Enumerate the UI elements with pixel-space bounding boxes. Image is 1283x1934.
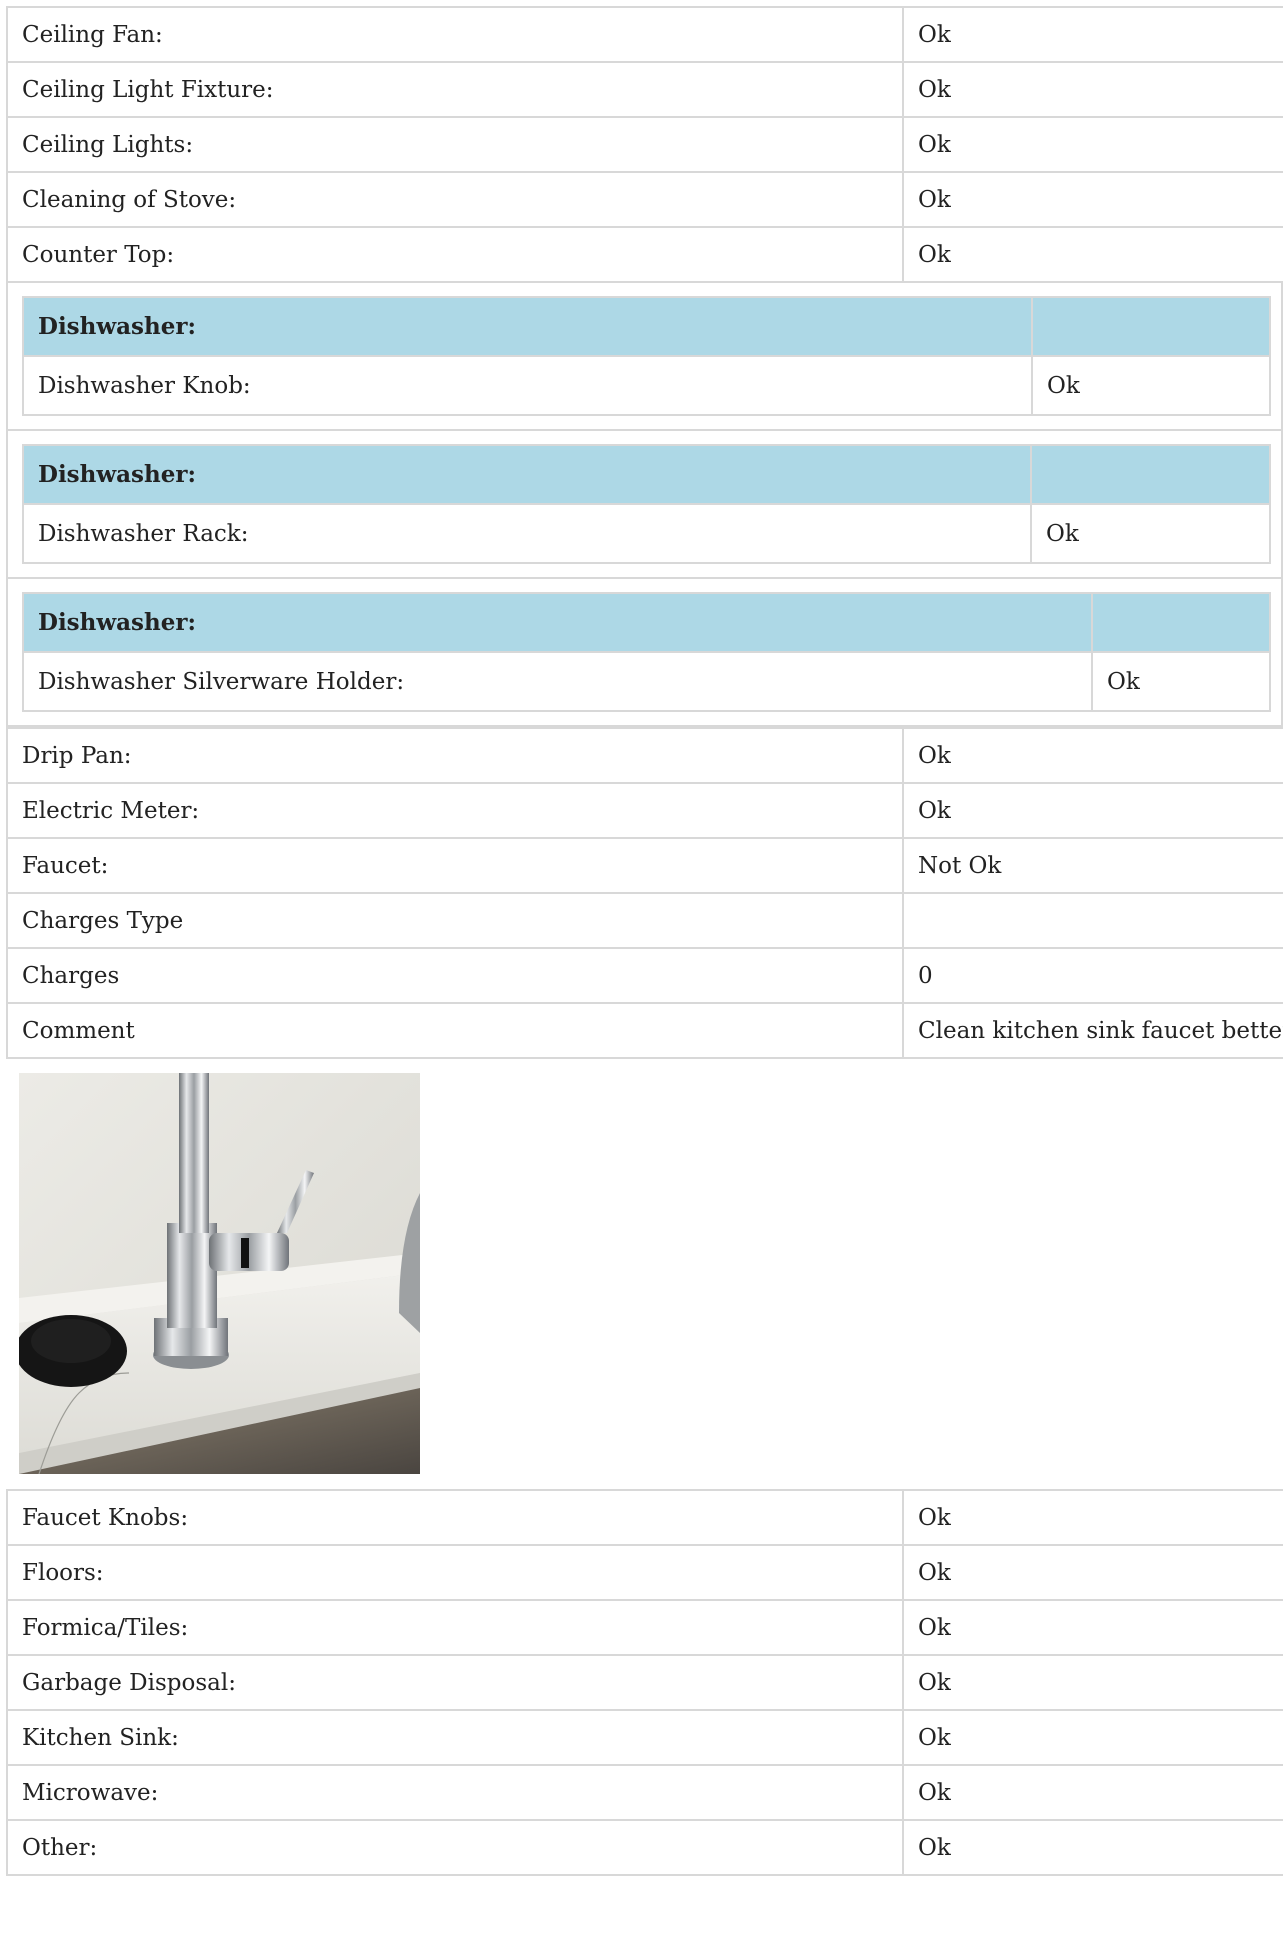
dishwasher-subtable: Dishwasher: Dishwasher Knob: Ok: [22, 296, 1271, 416]
item-status: Ok: [902, 1764, 1283, 1821]
dishwasher-group: Dishwasher: Dishwasher Rack: Ok: [6, 431, 1283, 579]
item-label: Drip Pan:: [6, 727, 904, 784]
item-label: Cleaning of Stove:: [6, 171, 904, 228]
table-row: Cleaning of Stove: Ok: [6, 171, 1283, 228]
table-row: Comment Clean kitchen sink faucet better: [6, 1002, 1283, 1059]
item-status: Ok: [1030, 503, 1271, 564]
group-heading-row: Dishwasher:: [22, 592, 1271, 653]
item-status: Ok: [1091, 651, 1271, 712]
item-label: Dishwasher Knob:: [22, 355, 1033, 416]
inspection-report: Ceiling Fan: Ok Ceiling Light Fixture: O…: [6, 6, 1283, 1876]
faucet-photo-image: [19, 1073, 420, 1474]
item-status: Ok: [902, 171, 1283, 228]
table-row: Microwave: Ok: [6, 1764, 1283, 1821]
table-row: Dishwasher Rack: Ok: [22, 503, 1271, 564]
table-row: Faucet: Not Ok: [6, 837, 1283, 894]
dishwasher-subtable: Dishwasher: Dishwasher Silverware Holder…: [22, 592, 1271, 712]
item-status: Ok: [902, 1654, 1283, 1711]
table-row: Counter Top: Ok: [6, 226, 1283, 283]
table-row: Formica/Tiles: Ok: [6, 1599, 1283, 1656]
item-label: Ceiling Lights:: [6, 116, 904, 173]
table-row: Electric Meter: Ok: [6, 782, 1283, 839]
item-status: Ok: [902, 61, 1283, 118]
group-heading-row: Dishwasher:: [22, 444, 1271, 505]
dishwasher-subtable: Dishwasher: Dishwasher Rack: Ok: [22, 444, 1271, 564]
table-row: Dishwasher Silverware Holder: Ok: [22, 651, 1271, 712]
item-label: Formica/Tiles:: [6, 1599, 904, 1656]
dishwasher-group: Dishwasher: Dishwasher Knob: Ok: [6, 283, 1283, 431]
table-row: Faucet Knobs: Ok: [6, 1489, 1283, 1546]
item-label: Electric Meter:: [6, 782, 904, 839]
table-row: Other: Ok: [6, 1819, 1283, 1876]
item-status: Ok: [902, 226, 1283, 283]
item-label: Floors:: [6, 1544, 904, 1601]
photo-row: [6, 1059, 1283, 1489]
group-heading: Dishwasher:: [22, 592, 1093, 653]
group-heading: Dishwasher:: [22, 444, 1032, 505]
item-status: Ok: [902, 1709, 1283, 1766]
item-status: Ok: [902, 782, 1283, 839]
item-label: Counter Top:: [6, 226, 904, 283]
item-status: Ok: [902, 1599, 1283, 1656]
table-row: Kitchen Sink: Ok: [6, 1709, 1283, 1766]
item-label: Dishwasher Silverware Holder:: [22, 651, 1093, 712]
item-status: Ok: [902, 727, 1283, 784]
group-heading-empty: [1031, 296, 1271, 357]
item-label: Microwave:: [6, 1764, 904, 1821]
inspection-table-top: Ceiling Fan: Ok Ceiling Light Fixture: O…: [6, 6, 1283, 283]
item-label: Ceiling Light Fixture:: [6, 61, 904, 118]
item-status: Not Ok: [902, 837, 1283, 894]
item-label: Faucet Knobs:: [6, 1489, 904, 1546]
item-status: Ok: [902, 6, 1283, 63]
table-row: Charges 0: [6, 947, 1283, 1004]
item-label: Kitchen Sink:: [6, 1709, 904, 1766]
table-row: Garbage Disposal: Ok: [6, 1654, 1283, 1711]
item-label: Garbage Disposal:: [6, 1654, 904, 1711]
faucet-photo[interactable]: [19, 1073, 420, 1474]
table-row: Ceiling Fan: Ok: [6, 6, 1283, 63]
item-status: Ok: [902, 1819, 1283, 1876]
table-row: Charges Type: [6, 892, 1283, 949]
item-label: Other:: [6, 1819, 904, 1876]
group-heading-empty: [1030, 444, 1271, 505]
dishwasher-group: Dishwasher: Dishwasher Silverware Holder…: [6, 579, 1283, 727]
inspection-table-mid: Drip Pan: Ok Electric Meter: Ok Faucet: …: [6, 727, 1283, 1059]
item-label: Ceiling Fan:: [6, 6, 904, 63]
table-row: Ceiling Lights: Ok: [6, 116, 1283, 173]
table-row: Ceiling Light Fixture: Ok: [6, 61, 1283, 118]
item-status: Ok: [902, 1489, 1283, 1546]
item-status: Ok: [902, 1544, 1283, 1601]
group-heading: Dishwasher:: [22, 296, 1033, 357]
table-row: Floors: Ok: [6, 1544, 1283, 1601]
item-label: Charges: [6, 947, 904, 1004]
item-status: 0: [902, 947, 1283, 1004]
group-heading-row: Dishwasher:: [22, 296, 1271, 357]
table-row: Dishwasher Knob: Ok: [22, 355, 1271, 416]
item-label: Comment: [6, 1002, 904, 1059]
item-label: Charges Type: [6, 892, 904, 949]
inspection-table-bottom: Faucet Knobs: Ok Floors: Ok Formica/Tile…: [6, 1489, 1283, 1876]
item-label: Dishwasher Rack:: [22, 503, 1032, 564]
group-heading-empty: [1091, 592, 1271, 653]
item-status: [902, 892, 1283, 949]
item-label: Faucet:: [6, 837, 904, 894]
item-status: Ok: [1031, 355, 1271, 416]
item-comment: Clean kitchen sink faucet better: [902, 1002, 1283, 1059]
item-status: Ok: [902, 116, 1283, 173]
table-row: Drip Pan: Ok: [6, 727, 1283, 784]
